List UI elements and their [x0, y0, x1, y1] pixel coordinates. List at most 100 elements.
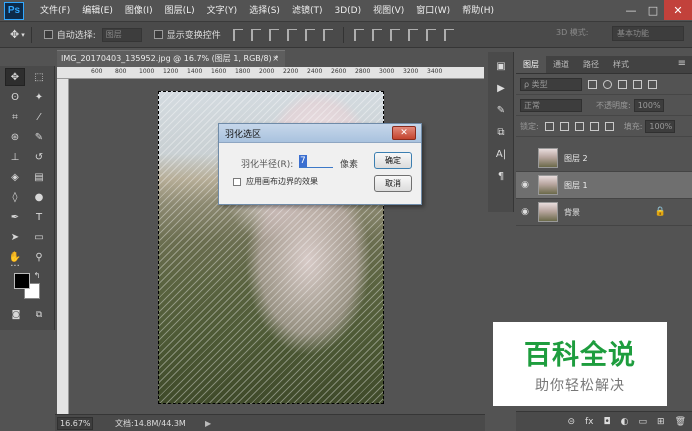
new-layer-icon[interactable]: ⊞ [657, 417, 665, 427]
shape-filter-icon[interactable] [633, 79, 642, 89]
close-button[interactable]: ✕ [664, 0, 692, 20]
layer-row[interactable]: ◉ 背景 🔒 [516, 199, 692, 226]
history-brush-tool-icon[interactable]: ↺ [29, 148, 49, 166]
workspace-dropdown[interactable]: 基本功能 [612, 26, 684, 41]
status-menu-icon[interactable]: ▶ [205, 419, 211, 428]
gradient-tool-icon[interactable]: ▤ [29, 168, 49, 186]
move-tool-icon[interactable]: ✥ [5, 68, 25, 86]
close-tab-icon[interactable]: × [272, 51, 279, 67]
menu-help[interactable]: 帮助(H) [456, 0, 500, 22]
align-top-icon[interactable] [232, 28, 243, 41]
path-selection-tool-icon[interactable]: ➤ [5, 228, 25, 246]
lasso-tool-icon[interactable]: ʘ [5, 88, 25, 106]
maximize-button[interactable]: □ [642, 0, 664, 20]
distribute-right-icon[interactable] [443, 28, 454, 41]
paragraph-panel-icon[interactable]: ¶ [492, 168, 510, 184]
align-hcenter-icon[interactable] [304, 28, 315, 41]
menu-select[interactable]: 选择(S) [243, 0, 286, 22]
menu-3d[interactable]: 3D(D) [328, 0, 367, 22]
layer-style-icon[interactable]: fx [585, 417, 594, 427]
fill-field[interactable]: 100% [645, 119, 676, 133]
show-transform-checkbox[interactable] [153, 30, 163, 39]
menu-window[interactable]: 窗口(W) [410, 0, 456, 22]
magic-wand-tool-icon[interactable]: ✦ [29, 88, 49, 106]
tab-styles[interactable]: 样式 [606, 56, 636, 73]
type-filter-icon[interactable] [618, 79, 627, 89]
lock-pixels-icon[interactable] [559, 121, 569, 131]
marquee-tool-icon[interactable]: ⬚ [29, 68, 49, 86]
opacity-field[interactable]: 100% [633, 98, 664, 112]
character-panel-icon[interactable]: A| [492, 146, 510, 162]
menu-layer[interactable]: 图层(L) [159, 0, 201, 22]
screen-mode-icon[interactable]: ⧉ [29, 306, 49, 324]
zoom-tool-icon[interactable]: ⚲ [29, 248, 49, 266]
brush-panel-icon[interactable]: ✎ [492, 102, 510, 118]
link-layers-icon[interactable]: ⊝ [567, 417, 575, 427]
lock-all-icon[interactable] [604, 121, 614, 131]
menu-image[interactable]: 图像(I) [119, 0, 159, 22]
lock-position-icon[interactable] [574, 121, 584, 131]
adjustment-layer-icon[interactable]: ◐ [621, 417, 629, 427]
distribute-vcenter-icon[interactable] [371, 28, 382, 41]
brush-tool-icon[interactable]: ✎ [29, 128, 49, 146]
layer-row[interactable]: 图层 2 [516, 145, 692, 172]
menu-filter[interactable]: 滤镜(T) [286, 0, 329, 22]
quick-mask-icon[interactable]: ◙ [6, 306, 26, 324]
delete-layer-icon[interactable]: 🗑 [675, 417, 686, 427]
minimize-button[interactable]: — [620, 0, 642, 20]
align-bottom-icon[interactable] [268, 28, 279, 41]
clone-source-panel-icon[interactable]: ⧉ [492, 124, 510, 140]
panel-menu-icon[interactable]: ≡ [678, 58, 686, 69]
pixel-filter-icon[interactable] [588, 79, 597, 89]
shape-tool-icon[interactable]: ▭ [29, 228, 49, 246]
dodge-tool-icon[interactable]: ● [29, 188, 49, 206]
history-panel-icon[interactable]: ▣ [492, 58, 510, 74]
feather-radius-input[interactable]: 7 [299, 155, 333, 168]
tab-layers[interactable]: 图层 [516, 56, 546, 73]
lock-artboard-icon[interactable] [589, 121, 599, 131]
blend-mode-dropdown[interactable]: 正常 [520, 98, 582, 112]
move-tool-preset[interactable]: ✥ ▾ [10, 28, 25, 41]
tab-channels[interactable]: 通道 [546, 56, 576, 73]
align-left-icon[interactable] [286, 28, 297, 41]
distribute-bottom-icon[interactable] [389, 28, 400, 41]
add-mask-icon[interactable]: ◘ [604, 417, 611, 427]
new-group-icon[interactable]: ▭ [639, 417, 648, 427]
eye-icon[interactable]: ◉ [516, 207, 534, 217]
swap-colors-icon[interactable]: ↰ [31, 269, 43, 281]
smart-object-filter-icon[interactable] [648, 79, 657, 89]
canvas-area[interactable]: 600 800 1000 1200 1400 1600 1800 2000 22… [57, 67, 484, 414]
menu-edit[interactable]: 编辑(E) [76, 0, 119, 22]
menu-file[interactable]: 文件(F) [34, 0, 76, 22]
foreground-color-swatch[interactable] [14, 273, 30, 289]
clone-stamp-tool-icon[interactable]: ⊥ [5, 148, 25, 166]
pen-tool-icon[interactable]: ✒ [5, 208, 25, 226]
ok-button[interactable]: 确定 [374, 152, 412, 169]
distribute-left-icon[interactable] [407, 28, 418, 41]
dialog-close-button[interactable]: ✕ [392, 126, 416, 140]
eraser-tool-icon[interactable]: ◈ [5, 168, 25, 186]
lock-transparent-icon[interactable] [544, 121, 554, 131]
cancel-button[interactable]: 取消 [374, 175, 412, 192]
menu-view[interactable]: 视图(V) [367, 0, 410, 22]
layer-row-selected[interactable]: ◉ 图层 1 [516, 172, 692, 199]
actions-panel-icon[interactable]: ▶ [492, 80, 510, 96]
auto-select-dropdown[interactable]: 图层 [101, 27, 142, 42]
healing-brush-tool-icon[interactable]: ⊛ [5, 128, 25, 146]
dialog-titlebar[interactable]: 羽化选区 ✕ [219, 124, 421, 143]
more-tools-icon[interactable]: ··· [5, 261, 25, 272]
eyedropper-tool-icon[interactable]: ⁄ [29, 108, 49, 126]
zoom-level-field[interactable]: 16.67% [57, 416, 93, 430]
auto-select-checkbox[interactable] [43, 30, 53, 39]
type-tool-icon[interactable]: T [29, 208, 49, 226]
kind-filter-dropdown[interactable]: ρ 类型 [520, 77, 582, 91]
eye-icon[interactable]: ◉ [516, 180, 534, 190]
menu-type[interactable]: 文字(Y) [201, 0, 244, 22]
apply-canvas-bounds-checkbox[interactable] [233, 178, 241, 186]
distribute-hcenter-icon[interactable] [425, 28, 436, 41]
crop-tool-icon[interactable]: ⌗ [5, 108, 25, 126]
blur-tool-icon[interactable]: ◊ [5, 188, 25, 206]
align-vcenter-icon[interactable] [250, 28, 261, 41]
document-tab[interactable]: IMG_20170403_135952.jpg @ 16.7% (图层 1, R… [57, 50, 285, 67]
adjustment-filter-icon[interactable] [603, 79, 612, 89]
